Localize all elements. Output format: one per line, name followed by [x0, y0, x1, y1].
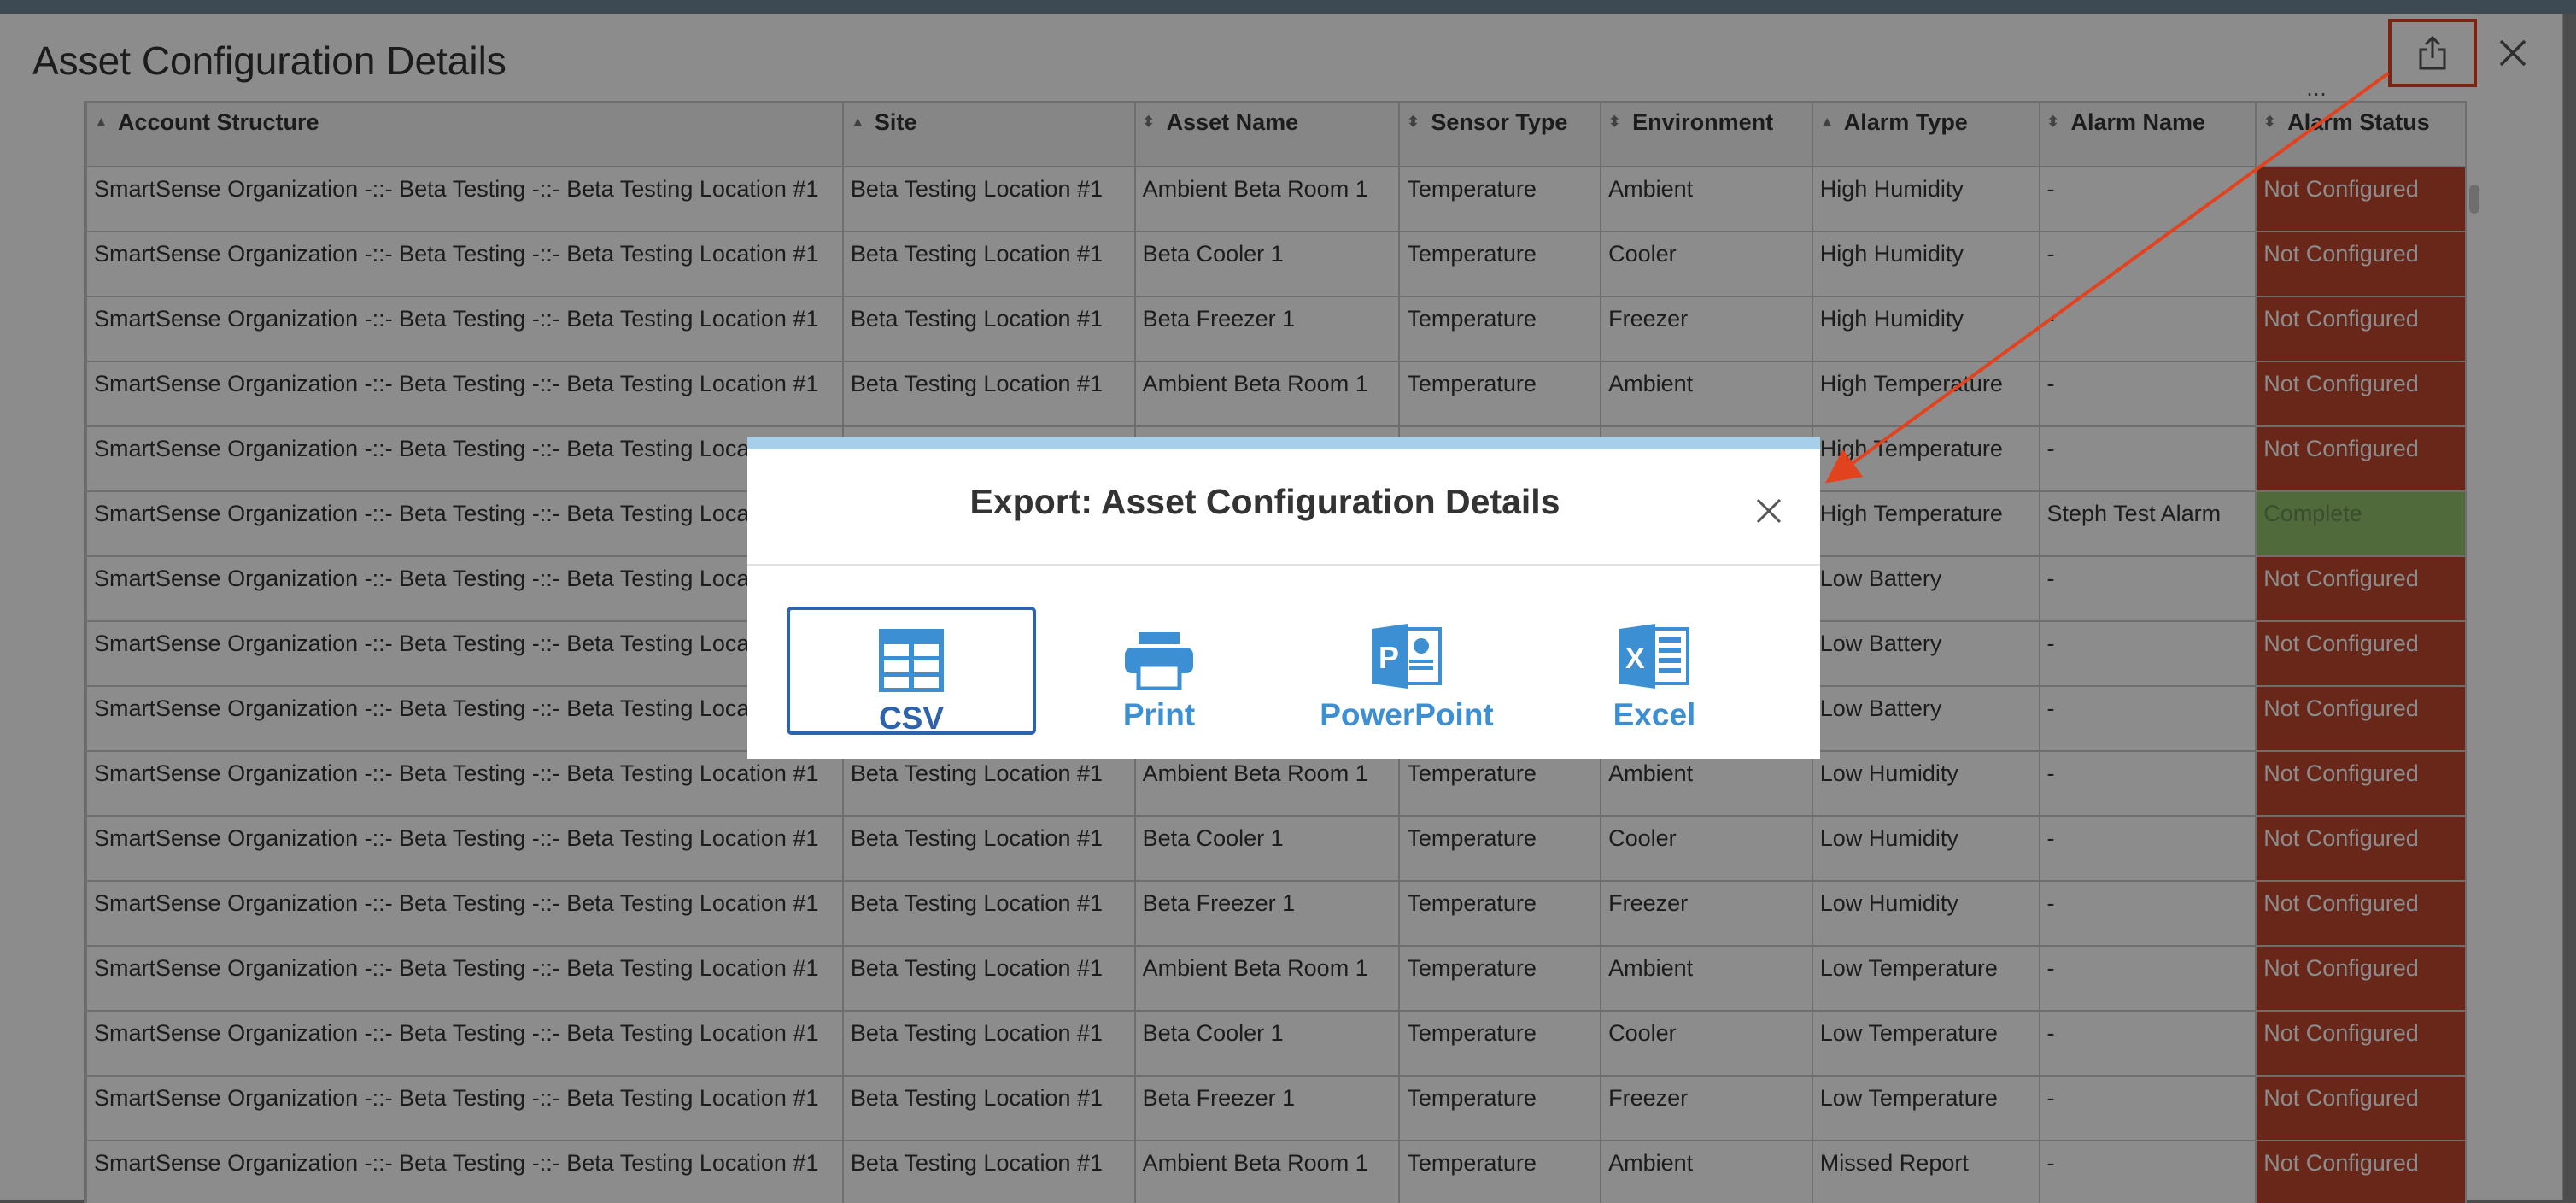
- export-excel-button[interactable]: X Excel: [1530, 607, 1779, 735]
- printer-icon: [1125, 632, 1193, 690]
- export-modal: Export: Asset Configuration Details CSV: [747, 437, 1820, 759]
- export-csv-label: CSV: [878, 701, 945, 736]
- table-icon: [879, 629, 944, 692]
- export-excel-label: Excel: [1613, 697, 1696, 732]
- screen: Asset Configuration Details ⋯ ▲ Account …: [0, 0, 2576, 1203]
- export-print-label: Print: [1122, 697, 1196, 732]
- svg-text:P: P: [1379, 640, 1399, 675]
- powerpoint-icon: P: [1372, 624, 1442, 689]
- export-powerpoint-label: PowerPoint: [1320, 697, 1494, 732]
- modal-divider: [747, 564, 1820, 566]
- export-modal-title: Export: Asset Configuration Details: [969, 482, 1560, 521]
- export-powerpoint-button[interactable]: P PowerPoint: [1282, 607, 1531, 735]
- export-csv-button[interactable]: CSV: [787, 607, 1036, 736]
- close-icon: [1756, 498, 1782, 524]
- export-modal-close-button[interactable]: [1752, 494, 1786, 528]
- svg-text:X: X: [1625, 643, 1645, 675]
- export-print-button[interactable]: Print: [1034, 607, 1284, 735]
- excel-icon: X: [1619, 624, 1689, 689]
